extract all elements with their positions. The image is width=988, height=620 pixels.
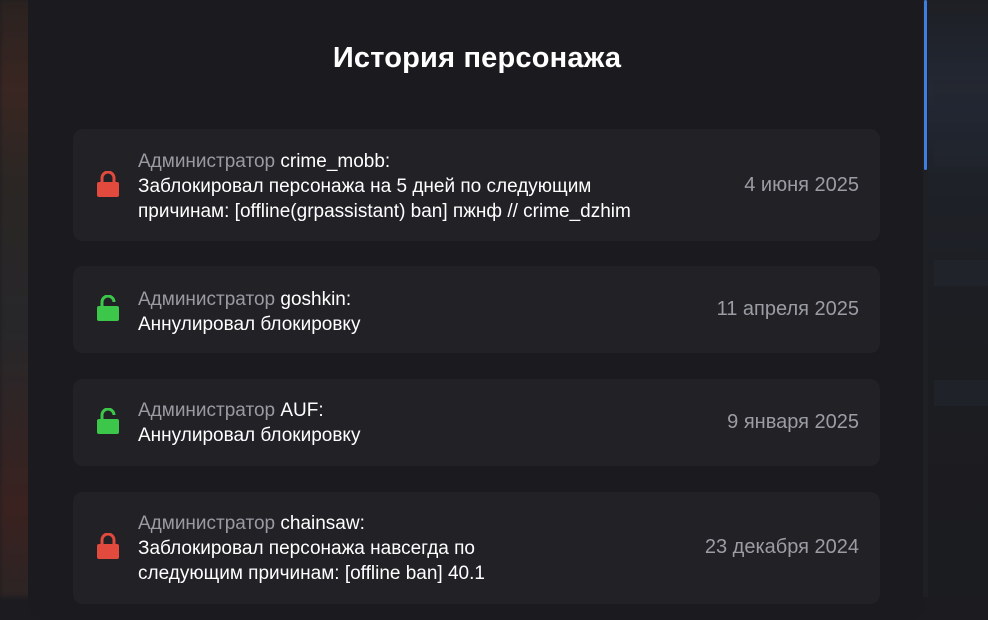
admin-name: goshkin: xyxy=(280,289,352,310)
background-block xyxy=(934,380,988,406)
action-line: Заблокировал персонажа навсегда по xyxy=(138,538,475,559)
action-line: следующим причинам: [offline ban] 40.1 xyxy=(138,563,485,584)
admin-prefix: Администратор xyxy=(138,513,276,534)
page-title: История персонажа xyxy=(332,42,622,74)
history-date: 9 января 2025 xyxy=(727,411,859,433)
history-item: Администратор chainsaw: Заблокировал пер… xyxy=(73,492,880,604)
admin-prefix: Администратор xyxy=(138,400,276,421)
action-line: Заблокировал персонажа на 5 дней по след… xyxy=(138,176,592,197)
admin-line: Администратор crime_mobb: xyxy=(138,149,631,174)
lock-open-icon xyxy=(97,295,119,321)
admin-line: Администратор chainsaw: xyxy=(138,511,485,536)
admin-prefix: Администратор xyxy=(138,289,276,310)
history-item: Администратор crime_mobb: Заблокировал п… xyxy=(73,129,880,241)
background-block xyxy=(934,260,988,286)
history-item-text: Администратор crime_mobb: Заблокировал п… xyxy=(138,149,631,224)
background-right xyxy=(928,0,988,597)
action-line: причинам: [offline(grpassistant) ban] пж… xyxy=(138,201,631,222)
history-item-text: Администратор AUF: Аннулировал блокировк… xyxy=(138,398,360,448)
admin-name: crime_mobb: xyxy=(280,151,391,172)
admin-line: Администратор AUF: xyxy=(138,398,360,423)
history-date: 23 декабря 2024 xyxy=(704,536,859,558)
history-item: Администратор goshkin: Аннулировал блоки… xyxy=(73,266,880,353)
background-block xyxy=(934,80,988,106)
lock-closed-icon xyxy=(97,533,119,559)
action-line: Аннулировал блокировку xyxy=(138,314,361,335)
lock-open-icon xyxy=(97,408,119,434)
admin-name: chainsaw: xyxy=(280,513,365,534)
history-item: Администратор AUF: Аннулировал блокировк… xyxy=(73,379,880,466)
history-item-text: Администратор goshkin: Аннулировал блоки… xyxy=(138,287,360,337)
admin-name: AUF: xyxy=(280,400,324,421)
lock-closed-icon xyxy=(97,171,119,197)
background-block xyxy=(934,140,988,166)
action-line: Аннулировал блокировку xyxy=(138,425,361,446)
scrollbar-thumb[interactable] xyxy=(924,0,927,170)
admin-line: Администратор goshkin: xyxy=(138,287,360,312)
admin-prefix: Администратор xyxy=(138,151,276,172)
history-date: 11 апреля 2025 xyxy=(716,298,859,320)
history-item-text: Администратор chainsaw: Заблокировал пер… xyxy=(138,511,485,586)
history-date: 4 июня 2025 xyxy=(744,174,859,196)
